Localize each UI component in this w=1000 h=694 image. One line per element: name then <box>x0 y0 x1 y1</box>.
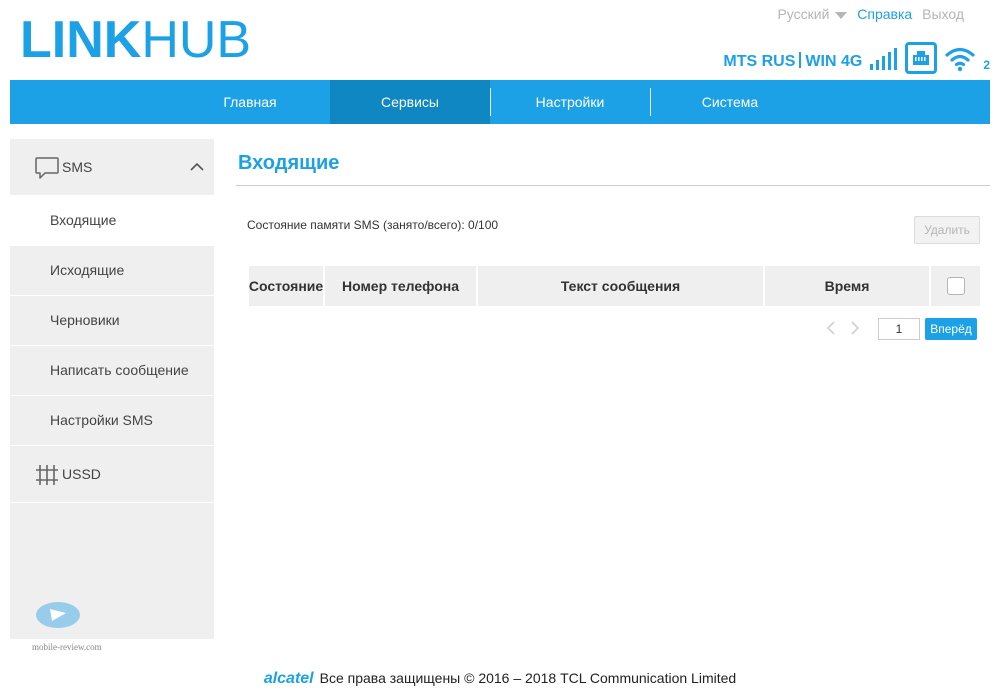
footer: alcatel Все права защищены © 2016 – 2018 … <box>0 670 1000 688</box>
operator-info: MTS RUS WIN 4G <box>723 52 862 74</box>
column-status[interactable]: Состояние <box>249 266 323 306</box>
tab-system[interactable]: Система <box>650 80 810 124</box>
language-select[interactable]: Русский <box>771 6 848 22</box>
page-number-input[interactable]: 1 <box>878 318 920 340</box>
sidebar-item-compose[interactable]: Написать сообщение <box>10 346 214 396</box>
logout-link[interactable]: Выход <box>922 6 964 22</box>
help-link[interactable]: Справка <box>857 6 912 22</box>
column-select <box>931 266 980 306</box>
language-label: Русский <box>777 6 830 22</box>
alcatel-logo: alcatel <box>263 670 314 687</box>
sidebar-group-label: USSD <box>62 466 101 482</box>
watermark: mobile-review.com <box>32 599 102 652</box>
watermark-logo <box>36 602 80 628</box>
sidebar: SMS Входящие Исходящие Черновики Написат… <box>10 139 214 652</box>
top-links: Русский Справка Выход <box>765 6 964 22</box>
sidebar-group-sms[interactable]: SMS <box>10 139 214 196</box>
watermark-text: mobile-review.com <box>32 642 102 652</box>
select-all-checkbox[interactable] <box>946 277 965 295</box>
chevron-up-icon[interactable] <box>190 159 204 177</box>
sidebar-item-outbox[interactable]: Исходящие <box>10 246 214 296</box>
chevron-right-icon[interactable] <box>846 319 864 340</box>
network-name: WIN <box>805 53 837 70</box>
memory-status: Состояние памяти SMS (занято/всего): 0/1… <box>247 218 499 232</box>
wifi-client-count: 2 <box>983 58 990 72</box>
operator-name: MTS RUS <box>723 53 796 70</box>
column-text[interactable]: Текст сообщения <box>478 266 763 306</box>
page-title: Входящие <box>238 152 340 174</box>
ussd-grid-icon <box>34 462 60 493</box>
chevron-down-icon <box>835 11 848 19</box>
sidebar-item-drafts[interactable]: Черновики <box>10 296 214 346</box>
chat-bubble-icon <box>34 155 60 186</box>
status-divider <box>799 52 802 68</box>
delete-button[interactable]: Удалить <box>914 216 980 244</box>
messages-table-header: Состояние Номер телефона Текст сообщения… <box>249 266 980 306</box>
pagination: 1 Вперёд <box>822 318 977 340</box>
tab-home[interactable]: Главная <box>170 80 330 124</box>
column-phone[interactable]: Номер телефона <box>325 266 476 306</box>
sidebar-item-inbox[interactable]: Входящие <box>10 196 214 246</box>
signal-bars-icon <box>870 48 898 74</box>
network-type: 4G <box>840 53 863 70</box>
next-button[interactable]: Вперёд <box>925 318 977 340</box>
logo-part-hub: HUB <box>141 11 252 69</box>
wifi-icon <box>945 46 975 74</box>
copyright-text: Все права защищены © 2016 – 2018 TCL Com… <box>319 670 737 686</box>
logo-part-link: LINK <box>20 11 142 69</box>
sidebar-item-sms-settings[interactable]: Настройки SMS <box>10 396 214 446</box>
tab-services[interactable]: Сервисы <box>330 80 490 124</box>
tab-settings[interactable]: Настройки <box>490 80 650 124</box>
main-nav: Главная Сервисы Настройки Система <box>10 80 990 124</box>
chevron-left-icon[interactable] <box>822 319 840 340</box>
linkhub-logo: LINKHUB <box>20 14 251 66</box>
sidebar-group-label: SMS <box>62 159 93 175</box>
ethernet-icon <box>905 42 938 74</box>
sidebar-group-ussd[interactable]: USSD <box>10 446 214 503</box>
column-time[interactable]: Время <box>765 266 929 306</box>
title-divider <box>236 185 990 186</box>
connection-status: MTS RUS WIN 4G 2 <box>723 40 990 74</box>
